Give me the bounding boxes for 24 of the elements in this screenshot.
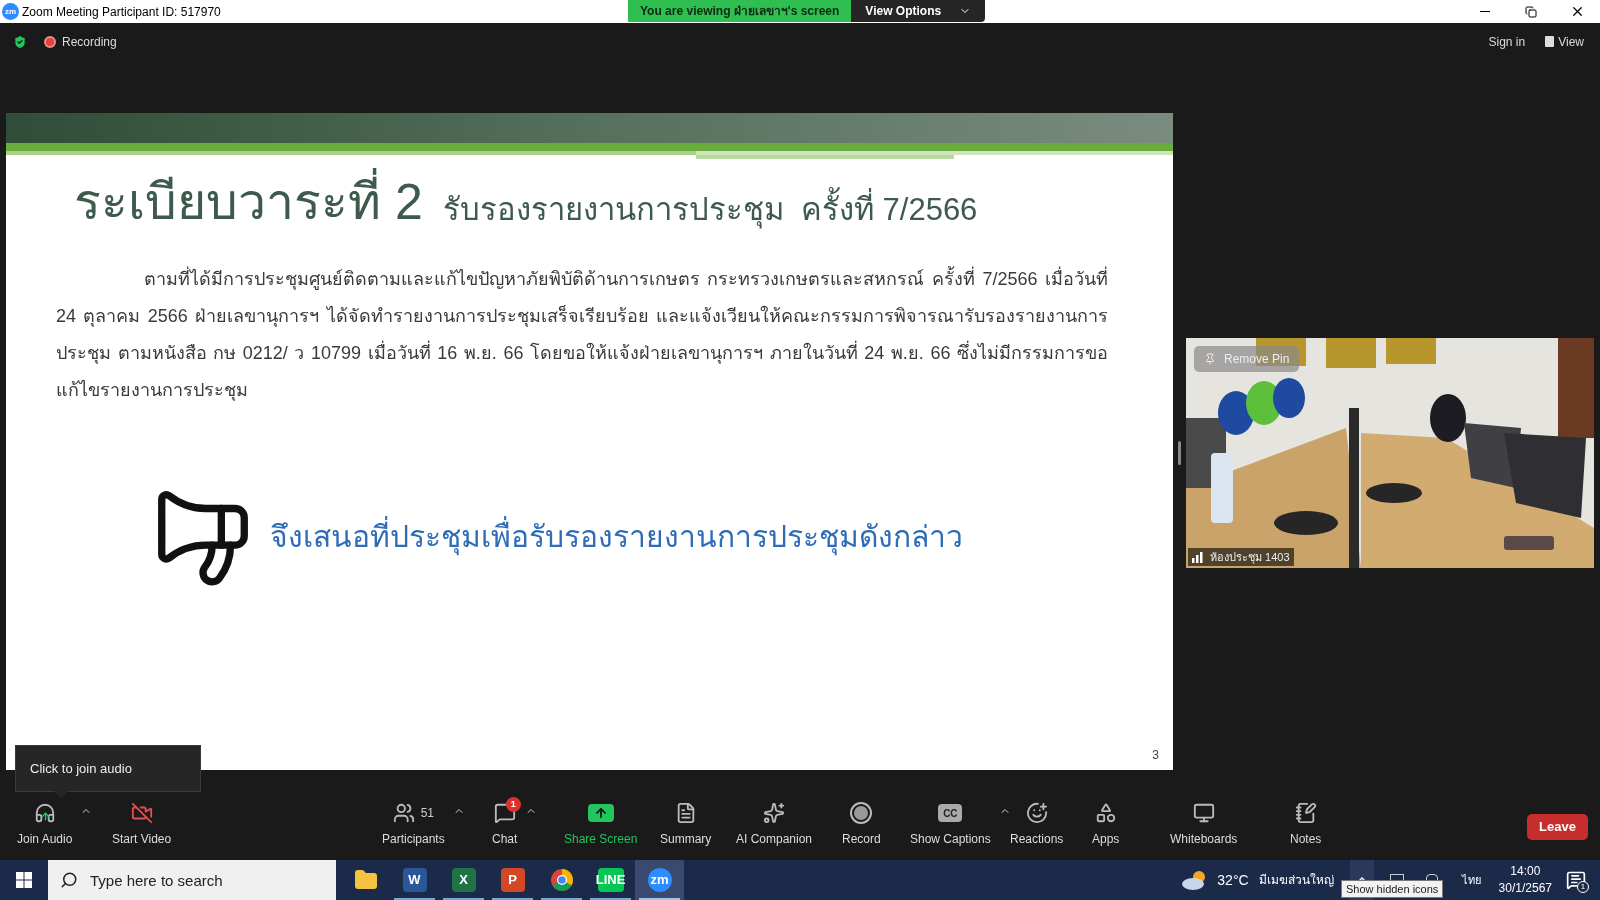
- proposal-text: จึงเสนอที่ประชุมเพื่อรับรองรายงานการประชุมดังกล่าว: [270, 513, 963, 559]
- app-logo: zm: [2, 3, 19, 20]
- captions-icon: CC: [938, 804, 963, 822]
- notification-count: 1: [1577, 881, 1589, 893]
- participant-count: 51: [420, 805, 435, 822]
- temperature: 32°C: [1217, 870, 1249, 890]
- slide-paragraph: ตามที่ได้มีการประชุมศูนย์ติดตามและแก้ไขปัญหาภัยพิบัติด้านการเกษตร กระทรวงเกษตรและสหกรณ์ ครั้งที่ 7/2566 เมื่อวันที่ 24 ตุลาคม 2566 ฝ่ายเลขานุการฯ ได้จัดทำรายงานการประชุมเสร็จเรียบร้อย และแจ้งเวียนให้คณะกรรมการพิจารณารับรองรายงานการประชุม ตามหนังสือ กษ 0212/ ว 10799 เมื่อวันที่ 16 พ.ย. 66 โดยขอให้แจ้งฝ่ายเลขานุการฯ ภายในวันที่ 24 พ.ย. 66 ซึ่งไม่มีกรรมการขอแก้ไขรายงานการประชุม: [56, 261, 1108, 409]
- tooltip-text: Click to join audio: [30, 759, 132, 778]
- participant-name: ห้องประชุม 1403: [1210, 549, 1290, 566]
- app-logo: zm: [647, 868, 672, 892]
- sharing-banner: You are viewing ฝ่ายเลขาฯ's screen: [628, 0, 852, 22]
- clock-time: 14:00: [1510, 863, 1541, 880]
- weather-text: มีเมฆส่วนใหญ่: [1258, 872, 1334, 889]
- window-title: Zoom Meeting Participant ID: 517970: [22, 3, 221, 21]
- clock-date: 30/1/2567: [1498, 880, 1552, 897]
- tooltip: Show hidden icons: [1341, 880, 1444, 898]
- app-logo: X: [451, 868, 476, 892]
- notification-badge: 1: [505, 797, 521, 812]
- slide-title: ระเบียบวาระที่ 2: [74, 167, 423, 237]
- app-logo: W: [402, 868, 427, 892]
- recording-label: Recording: [62, 33, 117, 51]
- page-number: 3: [1152, 747, 1159, 764]
- slide-subtitle: รับรองรายงานการประชุม ครั้งที่ 7/2566: [442, 187, 978, 231]
- app-logo: P: [500, 868, 525, 892]
